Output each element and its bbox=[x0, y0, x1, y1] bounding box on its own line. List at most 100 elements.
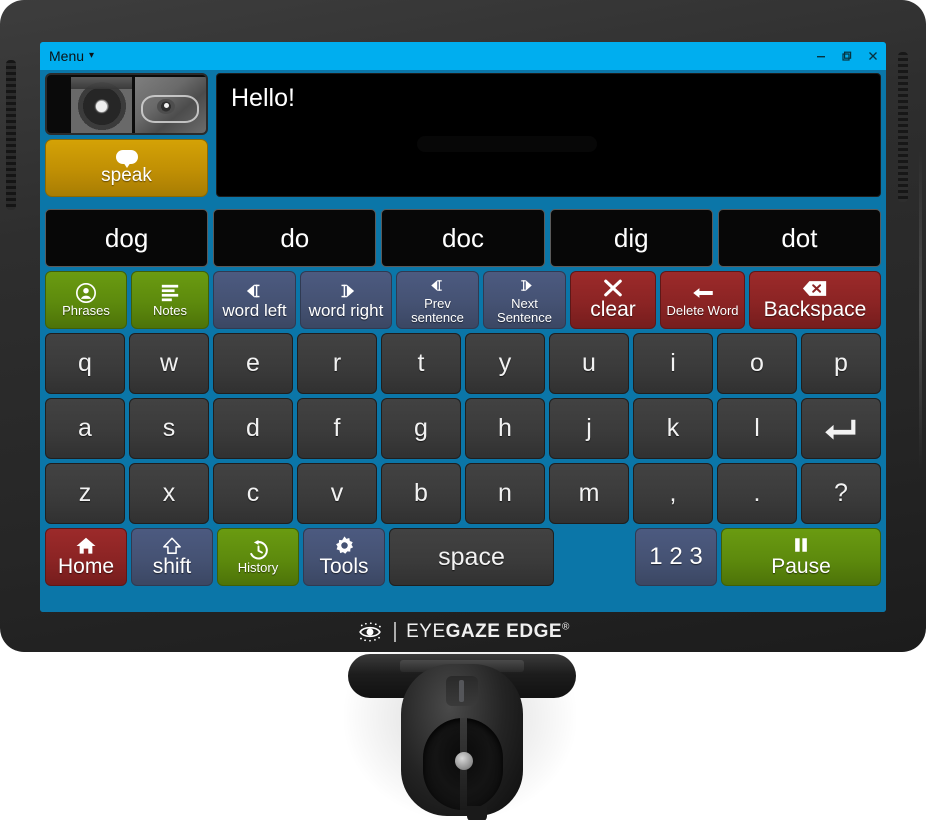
eye-camera-closeup bbox=[71, 77, 133, 133]
key-comma[interactable]: , bbox=[633, 463, 713, 524]
delete-word-button[interactable]: Delete Word bbox=[660, 271, 745, 329]
tools-button[interactable]: Tools bbox=[303, 528, 385, 586]
key-g[interactable]: g bbox=[381, 398, 461, 459]
registered-mark: ® bbox=[562, 621, 570, 633]
key-b[interactable]: b bbox=[381, 463, 461, 524]
keyboard-row-3: z x c v b n m , . ? bbox=[45, 463, 881, 524]
next-sentence-button[interactable]: Next Sentence bbox=[483, 271, 566, 329]
bezel-highlight bbox=[919, 150, 922, 470]
arrow-left-icon bbox=[691, 283, 715, 303]
pause-button[interactable]: Pause bbox=[721, 528, 881, 586]
key-period[interactable]: . bbox=[717, 463, 797, 524]
brand-strip: EYEGAZE EDGE® bbox=[0, 612, 926, 652]
key-x[interactable]: x bbox=[129, 463, 209, 524]
word-left-button[interactable]: word left bbox=[213, 271, 296, 329]
brand-wordmark: EYEGAZE EDGE® bbox=[406, 621, 570, 643]
key-t[interactable]: t bbox=[381, 333, 461, 394]
key-a[interactable]: a bbox=[45, 398, 125, 459]
key-p[interactable]: p bbox=[801, 333, 881, 394]
text-area-artifact bbox=[417, 136, 597, 152]
face-camera-view bbox=[135, 77, 206, 133]
delete-word-label: Delete Word bbox=[666, 302, 739, 318]
function-row: Phrases Notes word left word right Prev … bbox=[45, 271, 881, 329]
gear-icon bbox=[334, 535, 355, 555]
prev-sentence-label: Prev sentence bbox=[411, 295, 464, 325]
menu-button[interactable]: Menu ▾ bbox=[49, 49, 94, 63]
history-label: History bbox=[237, 559, 279, 575]
key-e[interactable]: e bbox=[213, 333, 293, 394]
eyegaze-logo-icon bbox=[359, 622, 381, 642]
person-circle-icon bbox=[75, 282, 97, 303]
key-u[interactable]: u bbox=[549, 333, 629, 394]
enter-key[interactable] bbox=[801, 398, 881, 459]
notes-label: Notes bbox=[153, 302, 187, 318]
caret-left-beam-icon bbox=[427, 276, 449, 296]
app-surface: speak Hello! dog do doc dig dot Phrases … bbox=[40, 70, 886, 612]
key-n[interactable]: n bbox=[465, 463, 545, 524]
word-left-label: word left bbox=[222, 300, 287, 320]
brand-divider bbox=[394, 622, 397, 642]
text-composition-area[interactable]: Hello! bbox=[216, 73, 881, 197]
device-bezel: Menu ▾ speak Hello! dog do doc dig dot P… bbox=[0, 0, 926, 652]
prediction-word-2[interactable]: do bbox=[213, 209, 377, 267]
keyboard-row-2: a s d f g h j k l bbox=[45, 398, 881, 459]
chevron-down-icon: ▾ bbox=[89, 50, 95, 61]
word-right-button[interactable]: word right bbox=[300, 271, 392, 329]
shift-button[interactable]: shift bbox=[131, 528, 213, 586]
key-w[interactable]: w bbox=[129, 333, 209, 394]
phrases-label: Phrases bbox=[62, 302, 110, 318]
key-question[interactable]: ? bbox=[801, 463, 881, 524]
clear-button[interactable]: clear bbox=[570, 271, 656, 329]
minimize-button[interactable] bbox=[808, 43, 834, 69]
key-f[interactable]: f bbox=[297, 398, 377, 459]
key-i[interactable]: i bbox=[633, 333, 713, 394]
prediction-word-5[interactable]: dot bbox=[717, 209, 882, 267]
next-sentence-label: Next Sentence bbox=[497, 295, 552, 325]
prediction-word-1[interactable]: dog bbox=[45, 209, 209, 267]
notes-button[interactable]: Notes bbox=[131, 271, 209, 329]
right-vent bbox=[898, 52, 908, 202]
key-z[interactable]: z bbox=[45, 463, 125, 524]
clear-label: clear bbox=[590, 298, 636, 322]
prediction-word-4[interactable]: dig bbox=[549, 209, 713, 267]
word-prediction-row: dog do doc dig dot bbox=[45, 209, 882, 267]
key-j[interactable]: j bbox=[549, 398, 629, 459]
key-l[interactable]: l bbox=[717, 398, 797, 459]
key-s[interactable]: s bbox=[129, 398, 209, 459]
caret-left-beam-icon bbox=[242, 281, 268, 301]
restore-button[interactable] bbox=[834, 43, 860, 69]
lines-icon bbox=[159, 283, 181, 303]
phrases-button[interactable]: Phrases bbox=[45, 271, 127, 329]
menu-label: Menu bbox=[49, 48, 85, 64]
window-controls bbox=[808, 43, 886, 69]
corneal-glint bbox=[164, 103, 169, 108]
brand-gaze: GAZE bbox=[445, 621, 501, 642]
home-icon bbox=[75, 535, 97, 555]
mount-ring bbox=[423, 718, 503, 810]
brand-eye: EYE bbox=[406, 621, 446, 642]
space-key[interactable]: space bbox=[389, 528, 554, 586]
key-v[interactable]: v bbox=[297, 463, 377, 524]
camera-mount bbox=[401, 664, 523, 820]
backspace-button[interactable]: Backspace bbox=[749, 271, 881, 329]
home-button[interactable]: Home bbox=[45, 528, 127, 586]
caret-right-beam-icon bbox=[514, 276, 536, 296]
backspace-label: Backspace bbox=[763, 298, 867, 322]
key-q[interactable]: q bbox=[45, 333, 125, 394]
numbers-button[interactable]: 1 2 3 bbox=[635, 528, 717, 586]
speak-button[interactable]: speak bbox=[45, 139, 208, 197]
backspace-icon bbox=[802, 278, 828, 298]
key-y[interactable]: y bbox=[465, 333, 545, 394]
prediction-word-3[interactable]: doc bbox=[381, 209, 545, 267]
key-c[interactable]: c bbox=[213, 463, 293, 524]
prev-sentence-button[interactable]: Prev sentence bbox=[396, 271, 479, 329]
close-button[interactable] bbox=[860, 43, 886, 69]
speech-bubble-icon bbox=[115, 149, 138, 168]
key-r[interactable]: r bbox=[297, 333, 377, 394]
key-o[interactable]: o bbox=[717, 333, 797, 394]
key-m[interactable]: m bbox=[549, 463, 629, 524]
key-h[interactable]: h bbox=[465, 398, 545, 459]
key-k[interactable]: k bbox=[633, 398, 713, 459]
key-d[interactable]: d bbox=[213, 398, 293, 459]
history-button[interactable]: History bbox=[217, 528, 299, 586]
